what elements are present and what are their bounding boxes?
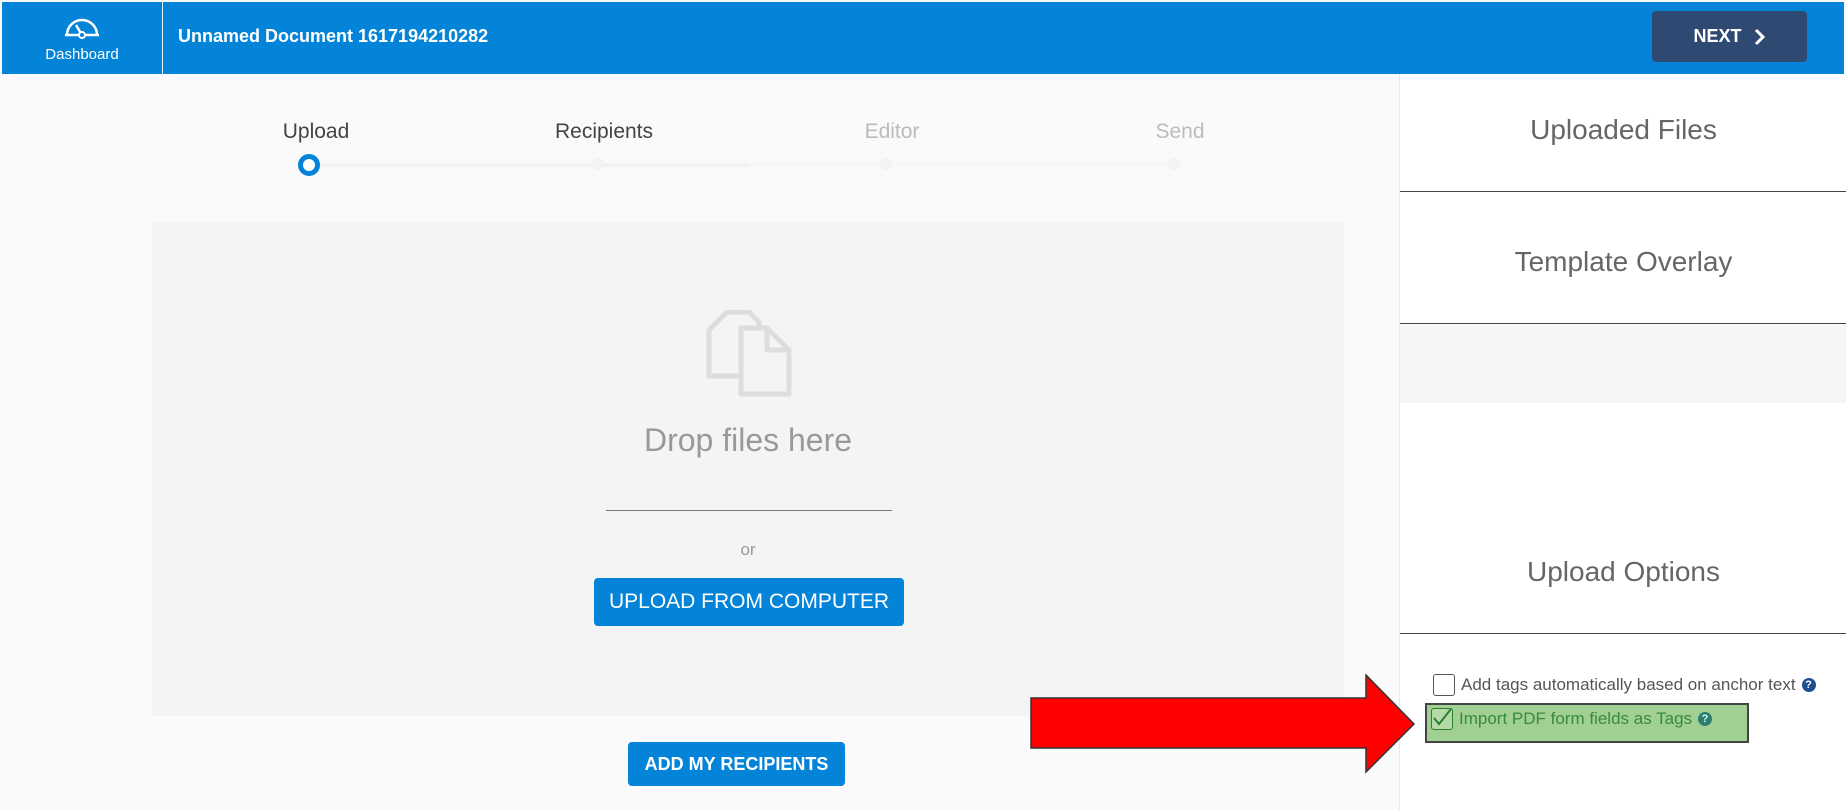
chevron-right-icon <box>1754 28 1765 45</box>
files-icon <box>706 310 792 397</box>
upload-options-heading: Upload Options <box>1526 556 1720 587</box>
next-button[interactable]: NEXT <box>1652 11 1807 62</box>
help-icon[interactable]: ? <box>1801 678 1816 692</box>
step-dot-recipients <box>592 158 604 170</box>
uploaded-files-heading: Uploaded Files <box>1530 114 1717 145</box>
dashboard-gauge-icon <box>65 18 99 39</box>
or-text: or <box>740 540 756 559</box>
stepper-track <box>310 163 750 167</box>
step-send: Send <box>1155 120 1205 143</box>
right-panel: Uploaded Files Template Overlay Upload O… <box>1399 74 1846 810</box>
anchor-text-checkbox[interactable] <box>1433 674 1455 696</box>
option-label: Import PDF form fields as Tags <box>1459 709 1693 728</box>
annotation-arrow-icon <box>1030 674 1416 774</box>
dashboard-button[interactable]: Dashboard <box>2 2 163 74</box>
upload-from-computer-button[interactable]: UPLOAD FROM COMPUTER <box>594 578 904 626</box>
option-label: Add tags automatically based on anchor t… <box>1461 675 1796 694</box>
help-icon[interactable]: ? <box>1698 712 1713 726</box>
document-title: Unnamed Document 1617194210282 <box>178 26 489 46</box>
top-bar: Dashboard Unnamed Document 1617194210282… <box>2 2 1844 74</box>
stepper-track-pending <box>750 163 1175 167</box>
checkmark-icon <box>1433 708 1452 726</box>
overlay-area <box>1400 324 1846 403</box>
option-import-pdf-fields[interactable]: Import PDF form fields as Tags ? <box>1431 708 1713 730</box>
next-button-label: NEXT <box>1693 26 1742 46</box>
template-overlay-heading: Template Overlay <box>1514 246 1733 277</box>
step-dot-editor <box>880 158 892 170</box>
drop-zone[interactable]: Drop files here or UPLOAD FROM COMPUTER <box>152 222 1344 716</box>
divider-line <box>606 510 892 511</box>
step-upload[interactable]: Upload <box>216 120 416 144</box>
step-recipients[interactable]: Recipients <box>504 120 704 144</box>
step-editor: Editor <box>864 120 920 143</box>
step-dot-send <box>1168 158 1180 170</box>
import-pdf-fields-checkbox[interactable] <box>1431 708 1453 730</box>
add-my-recipients-button[interactable]: ADD MY RECIPIENTS <box>628 742 845 786</box>
step-dot-upload <box>298 154 320 176</box>
divider <box>1400 633 1846 634</box>
dashboard-label: Dashboard <box>45 46 119 63</box>
drop-files-text: Drop files here <box>643 422 853 458</box>
option-anchor-text[interactable]: Add tags automatically based on anchor t… <box>1433 674 1816 696</box>
divider <box>1400 191 1846 192</box>
